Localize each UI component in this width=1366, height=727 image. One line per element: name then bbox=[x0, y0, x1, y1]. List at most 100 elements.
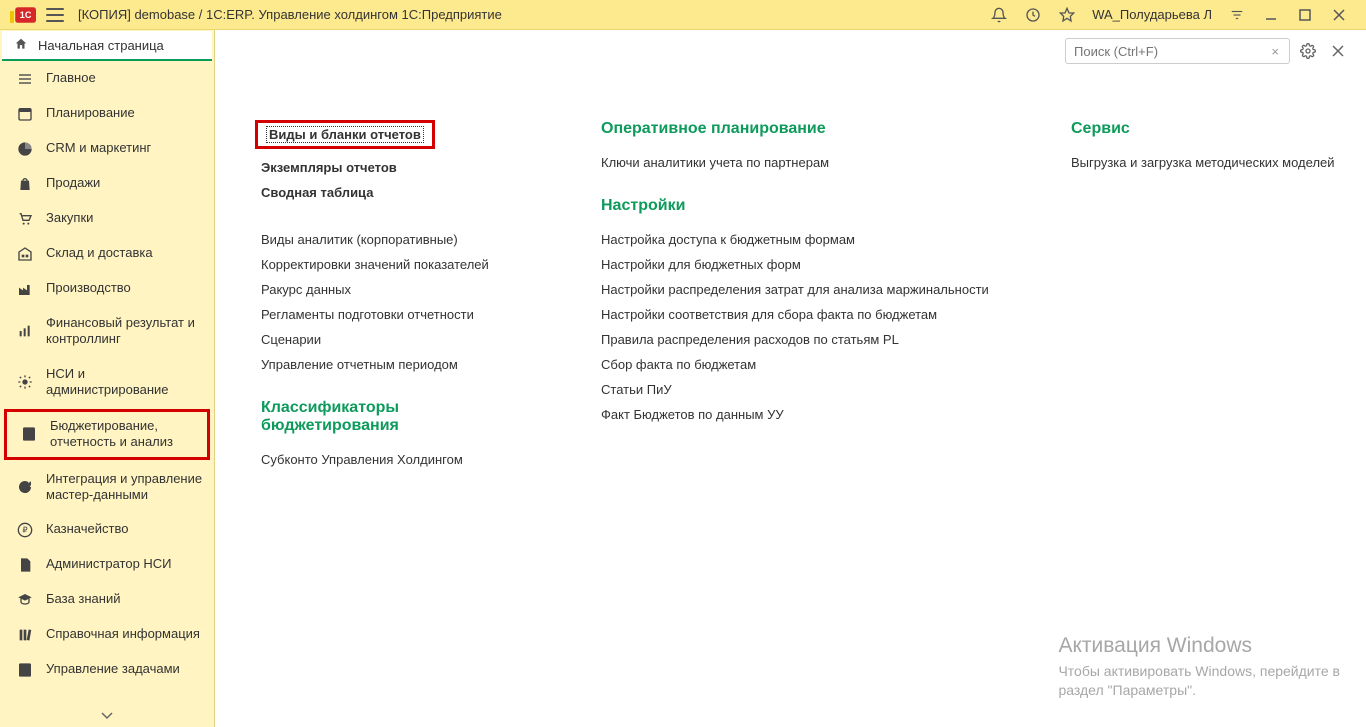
sidebar-item-label: Главное bbox=[46, 70, 96, 86]
cycle-icon bbox=[14, 479, 36, 495]
column-service: Сервис Выгрузка и загрузка методических … bbox=[1055, 120, 1345, 494]
sidebar-item-2[interactable]: CRM и маркетинг bbox=[0, 131, 214, 166]
sidebar-item-1[interactable]: Планирование bbox=[0, 96, 214, 131]
pie-icon bbox=[14, 141, 36, 157]
section-title-classifiers: Классификаторы бюджетирования bbox=[245, 399, 525, 435]
sidebar-item-label: Управление задачами bbox=[46, 661, 180, 677]
nav-link[interactable]: Настройки распределения затрат для анали… bbox=[585, 277, 995, 302]
history-icon[interactable] bbox=[1022, 4, 1044, 26]
gear-icon bbox=[14, 374, 36, 390]
sidebar: Начальная страница Главное Планирование CR… bbox=[0, 30, 215, 727]
sidebar-item-6[interactable]: Производство bbox=[0, 271, 214, 306]
sidebar-item-7[interactable]: Финансовый результат и контроллинг bbox=[0, 306, 214, 357]
app-logo-icon: 1С bbox=[10, 6, 36, 24]
search-input[interactable] bbox=[1072, 43, 1267, 60]
maximize-icon[interactable] bbox=[1294, 4, 1316, 26]
sidebar-item-4[interactable]: Закупки bbox=[0, 201, 214, 236]
nav-link[interactable]: Статьи ПиУ bbox=[585, 377, 995, 402]
nav-link[interactable]: Сбор факта по бюджетам bbox=[585, 352, 995, 377]
nav-link[interactable]: Настройка доступа к бюджетным формам bbox=[585, 227, 995, 252]
sidebar-item-5[interactable]: Склад и доставка bbox=[0, 236, 214, 271]
sidebar-item-label: Склад и доставка bbox=[46, 245, 153, 261]
task-icon bbox=[14, 662, 36, 678]
sidebar-item-label: Справочная информация bbox=[46, 626, 200, 642]
sidebar-item-12[interactable]: Администратор НСИ bbox=[0, 547, 214, 582]
nav-link[interactable]: Правила распределения расходов по статья… bbox=[585, 327, 995, 352]
windows-watermark: Активация Windows Чтобы активировать Win… bbox=[1058, 634, 1340, 701]
nav-link[interactable]: Управление отчетным периодом bbox=[245, 352, 525, 377]
sidebar-item-label: Финансовый результат и контроллинг bbox=[46, 315, 204, 348]
books-icon bbox=[14, 627, 36, 643]
calendar-icon bbox=[14, 106, 36, 122]
section-title-operational: Оперативное планирование bbox=[585, 120, 995, 138]
home-icon bbox=[14, 37, 28, 54]
section-title-settings: Настройки bbox=[585, 197, 995, 215]
nav-link[interactable]: Ракурс данных bbox=[245, 277, 525, 302]
home-tab[interactable]: Начальная страница bbox=[2, 31, 212, 61]
nav-link[interactable]: Выгрузка и загрузка методических моделей bbox=[1055, 150, 1345, 175]
sidebar-expand-icon[interactable] bbox=[0, 709, 214, 727]
hamburger-icon[interactable] bbox=[46, 8, 64, 22]
nav-link[interactable]: Факт Бюджетов по данным УУ bbox=[585, 402, 995, 427]
sidebar-item-label: Интеграция и управление мастер-данными bbox=[46, 471, 204, 504]
nav-link[interactable]: Виды аналитик (корпоративные) bbox=[245, 227, 525, 252]
nav-link[interactable]: Настройки для бюджетных форм bbox=[585, 252, 995, 277]
nav-link[interactable]: Субконто Управления Холдингом bbox=[245, 447, 525, 472]
bars-icon bbox=[14, 323, 36, 339]
nav-link[interactable]: Сценарии bbox=[245, 327, 525, 352]
cart-icon bbox=[14, 211, 36, 227]
sidebar-item-label: CRM и маркетинг bbox=[46, 140, 151, 156]
nav-link[interactable]: Сводная таблица bbox=[245, 180, 525, 205]
highlighted-link-report-types[interactable]: Виды и бланки отчетов bbox=[255, 120, 435, 149]
sidebar-item-0[interactable]: Главное bbox=[0, 61, 214, 96]
close-panel-icon[interactable] bbox=[1326, 39, 1350, 63]
svg-text:₽: ₽ bbox=[22, 525, 27, 534]
settings-icon[interactable] bbox=[1296, 39, 1320, 63]
nav-link[interactable]: Ключи аналитики учета по партнерам bbox=[585, 150, 995, 175]
username-label[interactable]: WA_Полударьева Л bbox=[1092, 7, 1212, 22]
sidebar-item-13[interactable]: База знаний bbox=[0, 582, 214, 617]
doc-icon bbox=[14, 557, 36, 573]
ruble-icon: ₽ bbox=[14, 522, 36, 538]
sidebar-item-8[interactable]: НСИ и администрирование bbox=[0, 357, 214, 408]
content-pane: × Виды и бланки отчетов Экземпляры отчет… bbox=[215, 30, 1366, 727]
warehouse-icon bbox=[14, 246, 36, 262]
grad-icon bbox=[14, 592, 36, 608]
sidebar-item-label: Продажи bbox=[46, 175, 100, 191]
search-box[interactable]: × bbox=[1065, 38, 1290, 64]
minimize-icon[interactable] bbox=[1260, 4, 1282, 26]
sidebar-item-15[interactable]: Управление задачами bbox=[0, 652, 214, 687]
sidebar-item-label: Администратор НСИ bbox=[46, 556, 172, 572]
sidebar-item-14[interactable]: Справочная информация bbox=[0, 617, 214, 652]
home-label: Начальная страница bbox=[38, 38, 164, 53]
section-title-service: Сервис bbox=[1055, 120, 1345, 138]
sidebar-item-label: Планирование bbox=[46, 105, 135, 121]
nav-link[interactable]: Экземпляры отчетов bbox=[245, 155, 525, 180]
window-title: [КОПИЯ] demobase / 1С:ERP. Управление хо… bbox=[78, 7, 502, 22]
sidebar-item-9[interactable]: Бюджетирование, отчетность и анализ bbox=[4, 409, 210, 460]
sidebar-item-11[interactable]: ₽ Казначейство bbox=[0, 512, 214, 547]
sidebar-item-10[interactable]: Интеграция и управление мастер-данными bbox=[0, 462, 214, 513]
star-icon[interactable] bbox=[1056, 4, 1078, 26]
sidebar-item-label: Производство bbox=[46, 280, 131, 296]
report-icon bbox=[18, 426, 40, 442]
sidebar-item-label: НСИ и администрирование bbox=[46, 366, 204, 399]
sidebar-item-label: Закупки bbox=[46, 210, 93, 226]
filter-icon[interactable] bbox=[1226, 4, 1248, 26]
bag-icon bbox=[14, 176, 36, 192]
search-clear-icon[interactable]: × bbox=[1267, 44, 1283, 59]
column-settings: Оперативное планирование Ключи аналитики… bbox=[585, 120, 995, 494]
nav-link[interactable]: Настройки соответствия для сбора факта п… bbox=[585, 302, 995, 327]
sidebar-item-3[interactable]: Продажи bbox=[0, 166, 214, 201]
industry-icon bbox=[14, 281, 36, 297]
svg-text:1С: 1С bbox=[20, 10, 32, 20]
bell-icon[interactable] bbox=[988, 4, 1010, 26]
close-icon[interactable] bbox=[1328, 4, 1350, 26]
menu-icon bbox=[14, 71, 36, 87]
column-reports: Виды и бланки отчетов Экземпляры отчетов… bbox=[245, 120, 525, 494]
nav-link[interactable]: Регламенты подготовки отчетности bbox=[245, 302, 525, 327]
sidebar-item-label: Казначейство bbox=[46, 521, 128, 537]
titlebar: 1С [КОПИЯ] demobase / 1С:ERP. Управление… bbox=[0, 0, 1366, 30]
nav-link[interactable]: Корректировки значений показателей bbox=[245, 252, 525, 277]
sidebar-item-label: База знаний bbox=[46, 591, 121, 607]
